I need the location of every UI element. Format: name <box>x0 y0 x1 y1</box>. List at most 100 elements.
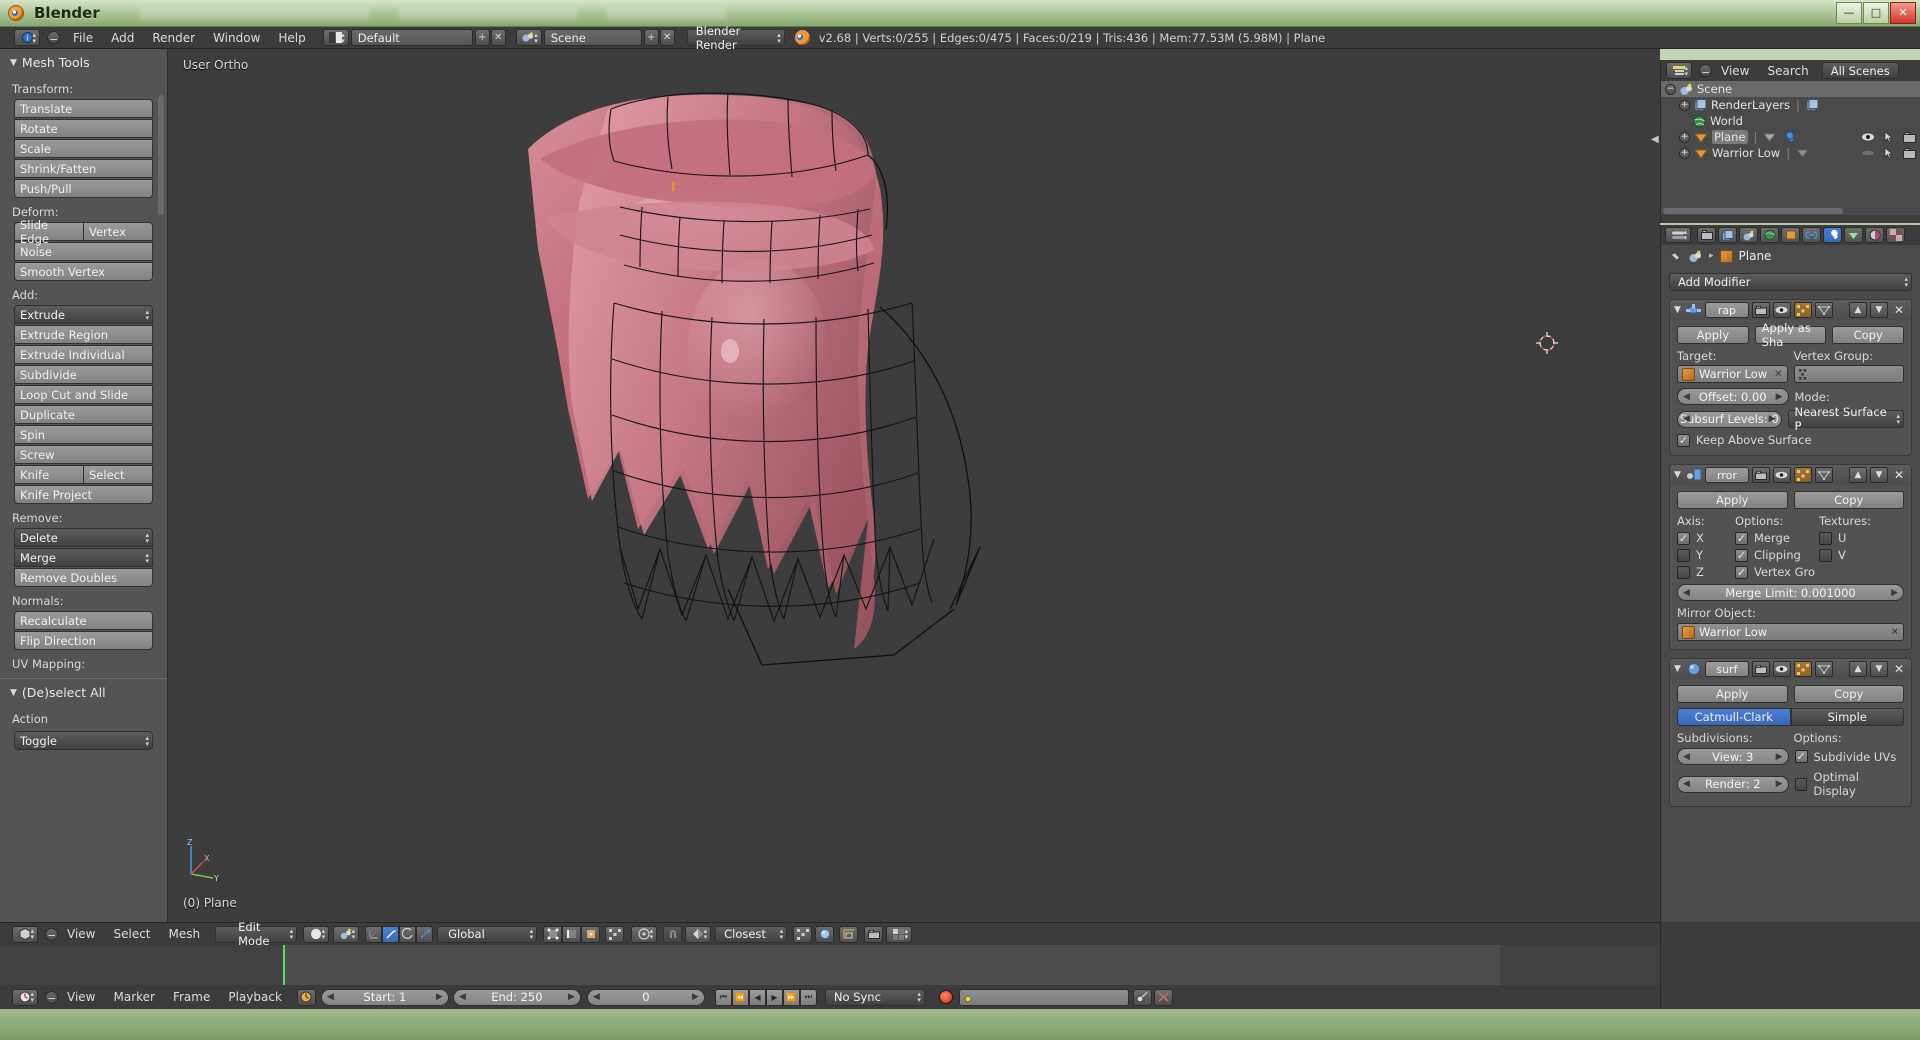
offset-slider[interactable]: ◀ Offset: 0.00 ▶ <box>1677 388 1789 405</box>
mesh-display-overlays-icon[interactable] <box>815 925 835 943</box>
chevron-down-icon[interactable]: ▼ <box>1674 664 1681 674</box>
apply-button[interactable]: Apply <box>1677 685 1788 703</box>
optimal-display-checkbox[interactable] <box>1794 777 1808 791</box>
viewport-shading-icon[interactable] <box>303 925 330 943</box>
tab-world[interactable] <box>1760 227 1779 243</box>
apply-button[interactable]: Apply <box>1677 326 1749 344</box>
action-toggle-select[interactable]: Toggle <box>14 731 153 750</box>
render-levels-slider[interactable]: ◀ Render: 2 ▶ <box>1677 775 1789 793</box>
prev-keyframe-icon[interactable]: ⏪ <box>731 988 749 1006</box>
scene-browse-icon[interactable] <box>515 29 542 46</box>
collapse-menus-button[interactable]: ⚊ <box>47 31 60 44</box>
menu-add[interactable]: Add <box>102 31 143 45</box>
outliner-scope-select[interactable]: All Scenes <box>1821 62 1899 79</box>
tab-modifiers[interactable] <box>1823 227 1842 243</box>
viewport-toggle-icon[interactable] <box>1772 661 1791 677</box>
move-up-icon[interactable]: ▲ <box>1849 302 1867 318</box>
tool-translate[interactable]: Translate <box>14 99 153 118</box>
viewport-menu-mesh[interactable]: Mesh <box>160 927 210 941</box>
limit-selection-visible-icon[interactable] <box>605 925 625 943</box>
tab-constraints[interactable] <box>1802 227 1821 243</box>
mirror-object-field[interactable]: Warrior Low ✕ <box>1677 623 1904 641</box>
increase-icon[interactable]: ▶ <box>1776 779 1783 789</box>
copy-button[interactable]: Copy <box>1793 685 1904 703</box>
eye-visibility-icon[interactable] <box>1861 132 1875 142</box>
pivot-point-icon[interactable] <box>333 925 360 943</box>
edit-mode-toggle-icon[interactable] <box>1793 661 1812 677</box>
remove-keyingset-icon[interactable] <box>1153 988 1173 1006</box>
edit-mode-toggle-icon[interactable] <box>1793 302 1812 318</box>
tool-recalculate[interactable]: Recalculate <box>14 611 153 630</box>
tool-smooth-vertex[interactable]: Smooth Vertex <box>14 262 153 281</box>
on-cage-toggle-icon[interactable] <box>1814 302 1833 318</box>
timeline-menu-frame[interactable]: Frame <box>164 990 219 1004</box>
eye-visibility-icon[interactable] <box>1861 148 1875 158</box>
next-keyframe-icon[interactable]: ⏩ <box>782 988 800 1006</box>
axis-y-toggle[interactable]: Y <box>1677 548 1729 562</box>
outliner-row-scene[interactable]: − Scene <box>1661 81 1920 97</box>
timeline-menu-view[interactable]: View <box>58 990 104 1004</box>
play-icon[interactable]: ▶ <box>765 988 783 1006</box>
move-down-icon[interactable]: ▼ <box>1870 467 1888 483</box>
modifier-name-field[interactable]: rap <box>1704 302 1749 318</box>
tool-scale[interactable]: Scale <box>14 139 153 158</box>
tab-render[interactable] <box>1697 227 1716 243</box>
viewport-panel-toggle-icon[interactable]: ◀ <box>1651 134 1659 146</box>
outliner-tree[interactable]: − Scene + RenderLayers | World + Plane | <box>1661 81 1920 215</box>
outliner-row-world[interactable]: World <box>1661 113 1920 129</box>
manipulator-enable-icon[interactable] <box>365 925 383 943</box>
texture-u-toggle[interactable]: U <box>1819 531 1846 545</box>
tool-merge-menu[interactable]: Merge <box>14 548 153 567</box>
expand-toggle-icon[interactable]: + <box>1679 131 1690 143</box>
texture-v-toggle[interactable]: V <box>1819 548 1846 562</box>
outliner-row-warrior-low[interactable]: + Warrior Low | <box>1661 145 1920 161</box>
option-vertex-group-toggle[interactable]: ✓ Vertex Gro <box>1735 565 1815 579</box>
render-toggle-icon[interactable] <box>1751 661 1770 677</box>
3d-viewport[interactable]: User Ortho Z Y X (0) Plane ◀ <box>168 49 1660 922</box>
decrease-icon[interactable]: ◀ <box>1683 392 1690 402</box>
move-up-icon[interactable]: ▲ <box>1849 661 1867 677</box>
apply-button[interactable]: Apply <box>1677 491 1788 509</box>
tool-knife[interactable]: Knife <box>14 465 83 484</box>
chevron-down-icon[interactable]: ▼ <box>1674 305 1681 315</box>
axis-z-checkbox[interactable] <box>1677 565 1690 579</box>
copy-button[interactable]: Copy <box>1793 491 1904 509</box>
tool-duplicate[interactable]: Duplicate <box>14 405 153 424</box>
keep-above-surface-row[interactable]: ✓ Keep Above Surface <box>1677 433 1904 447</box>
vertex-group-checkbox[interactable]: ✓ <box>1735 565 1748 579</box>
timeline-track[interactable] <box>0 945 1660 988</box>
timeline-collapse-button[interactable]: ⚊ <box>45 990 58 1004</box>
proportional-edit-icon[interactable] <box>631 925 658 943</box>
option-merge-toggle[interactable]: ✓ Merge <box>1735 531 1813 545</box>
render-toggle-icon[interactable] <box>1751 467 1770 483</box>
increase-icon[interactable]: ▶ <box>1769 414 1776 424</box>
decrease-icon[interactable]: ◀ <box>1683 414 1690 424</box>
snap-magnet-icon[interactable] <box>663 925 683 943</box>
add-keyingset-icon[interactable] <box>1132 988 1152 1006</box>
axis-z-toggle[interactable]: Z <box>1677 565 1729 579</box>
option-clipping-toggle[interactable]: ✓ Clipping <box>1735 548 1813 562</box>
play-reverse-icon[interactable]: ◀ <box>748 988 766 1006</box>
merge-checkbox[interactable]: ✓ <box>1735 531 1748 545</box>
maximize-button[interactable]: □ <box>1863 1 1889 24</box>
clear-mirror-object-icon[interactable]: ✕ <box>1891 627 1899 638</box>
tool-noise[interactable]: Noise <box>14 242 153 261</box>
tool-extrude-menu[interactable]: Extrude <box>14 305 153 324</box>
simple-button[interactable]: Simple <box>1790 708 1904 726</box>
tool-loop-cut-and-slide[interactable]: Loop Cut and Slide <box>14 385 153 404</box>
jump-end-icon[interactable]: ⏭ <box>799 988 817 1006</box>
transform-orientation-select[interactable]: Global <box>437 925 538 943</box>
subsurf-levels-slider[interactable]: ◀ Subsurf Levels: 0 ▶ <box>1677 410 1782 428</box>
end-frame-field[interactable]: ◀ End: 250 ▶ <box>452 988 581 1006</box>
delete-modifier-icon[interactable]: ✕ <box>1891 468 1907 482</box>
tool-rotate[interactable]: Rotate <box>14 119 153 138</box>
on-cage-toggle-icon[interactable] <box>1814 661 1833 677</box>
screen-layout-field[interactable]: Default <box>350 29 473 46</box>
tab-render-layers[interactable] <box>1718 227 1737 243</box>
modifier-name-field[interactable]: surf <box>1704 661 1749 677</box>
delete-scene-button[interactable]: ✕ <box>659 29 675 46</box>
outliner-row-renderlayers[interactable]: + RenderLayers | <box>1661 97 1920 113</box>
tool-extrude-individual[interactable]: Extrude Individual <box>14 345 153 364</box>
decrease-icon[interactable]: ◀ <box>1683 588 1690 598</box>
translate-manipulator-icon[interactable] <box>382 925 400 943</box>
